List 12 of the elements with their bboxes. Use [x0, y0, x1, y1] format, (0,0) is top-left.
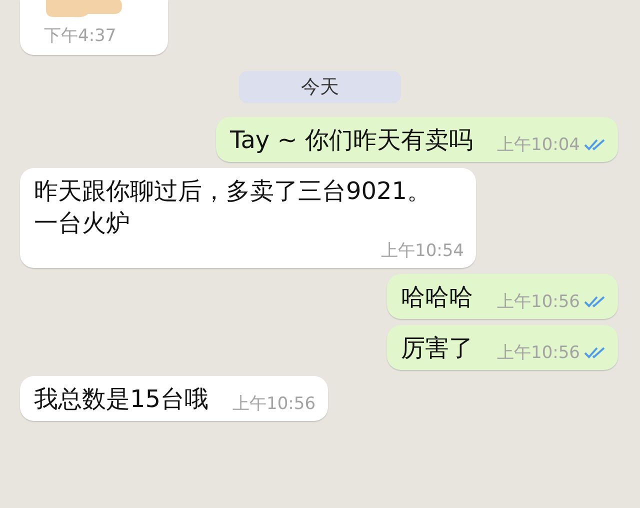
message-text: 厉害了: [401, 333, 473, 364]
message-text: Tay ~ 你们昨天有卖吗: [230, 125, 473, 156]
message-time: 上午10:54: [381, 240, 464, 262]
message-text: 昨天跟你聊过后，多卖了三台9021。一台火炉: [34, 176, 432, 239]
message-text: 我总数是15台哦: [34, 384, 209, 415]
message-time: 下午4:37: [44, 25, 116, 47]
message-time: 上午10:04: [497, 134, 580, 156]
message-time: 上午10:56: [497, 291, 580, 313]
message-time: 上午10:56: [232, 393, 316, 415]
message-text: 哈哈哈: [401, 282, 473, 313]
date-label: 今天: [239, 71, 401, 103]
message-time: 上午10:56: [497, 342, 580, 364]
